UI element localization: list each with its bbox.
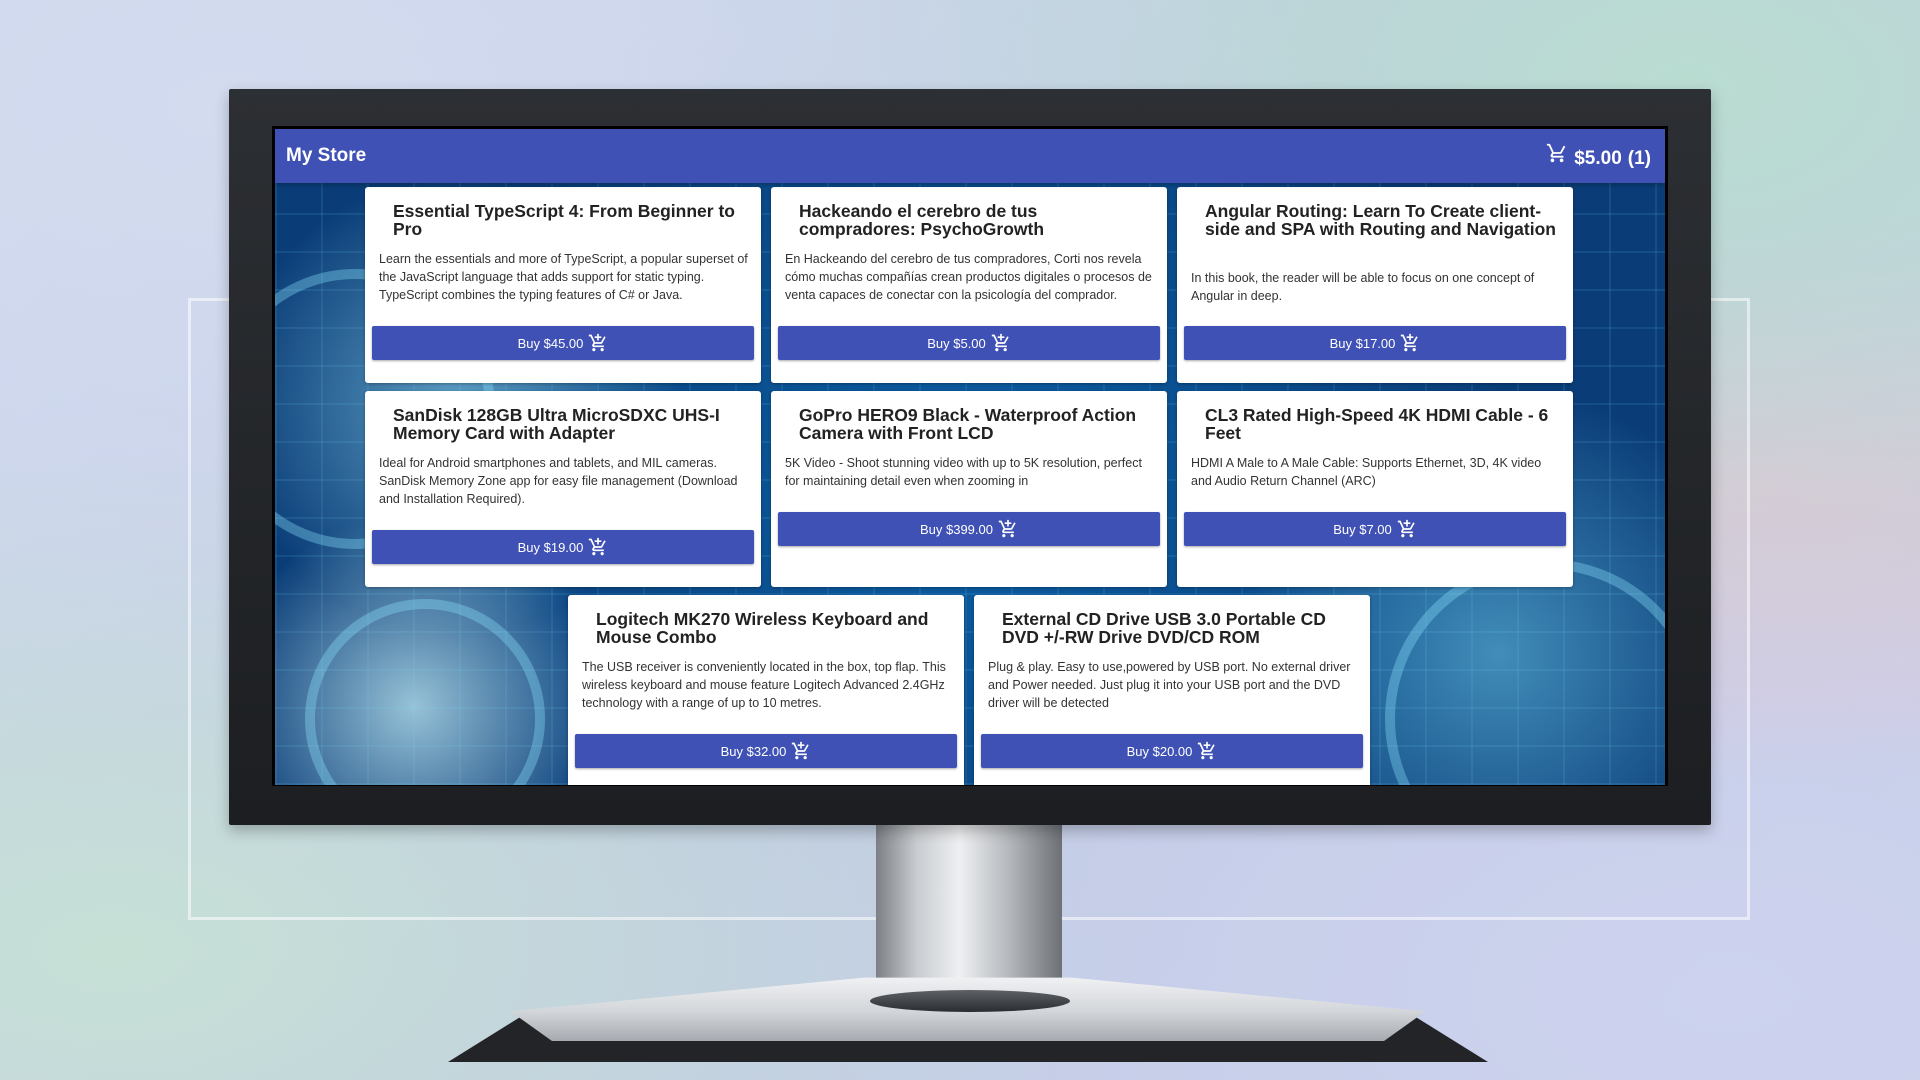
buy-button[interactable]: Buy $32.00 [575,734,957,768]
buy-button[interactable]: Buy $20.00 [981,734,1363,768]
product-card: Hackeando el cerebro de tus compradores:… [771,187,1167,383]
cart-button[interactable]: $5.00 (1) [1546,142,1651,170]
monitor-stand-collar [870,990,1070,1012]
buy-label: Buy $20.00 [1126,743,1193,759]
buy-button[interactable]: Buy $19.00 [372,530,754,564]
product-card: External CD Drive USB 3.0 Portable CD DV… [974,595,1370,785]
product-description: En Hackeando del cerebro de tus comprado… [785,252,1152,302]
buy-label: Buy $17.00 [1329,335,1396,351]
product-title: Essential TypeScript 4: From Beginner to… [393,201,735,239]
product-title: GoPro HERO9 Black - Waterproof Action Ca… [799,405,1137,443]
product-description: 5K Video - Shoot stunning video with up … [785,456,1142,488]
product-title: Angular Routing: Learn To Create client-… [1205,201,1556,239]
buy-button[interactable]: Buy $7.00 [1184,512,1566,546]
buy-label: Buy $19.00 [517,539,584,555]
buy-label: Buy $399.00 [919,521,993,537]
product-card: Logitech MK270 Wireless Keyboard and Mou… [568,595,964,785]
add-shopping-cart-icon [1397,519,1415,538]
product-title: External CD Drive USB 3.0 Portable CD DV… [1002,609,1326,647]
buy-label: Buy $5.00 [927,335,986,351]
add-shopping-cart-icon [792,741,810,760]
store-title[interactable]: My Store [286,145,366,167]
product-card: SanDisk 128GB Ultra MicroSDXC UHS-I Memo… [365,391,761,587]
buy-button[interactable]: Buy $399.00 [778,512,1160,546]
shopping-cart-icon [1547,143,1566,163]
add-shopping-cart-icon [998,519,1016,538]
monitor-screen: My Store $5.00 (1) Essential TypeScript … [272,126,1668,786]
product-description: In this book, the reader will be able to… [1191,271,1535,303]
buy-button[interactable]: Buy $17.00 [1184,326,1566,360]
product-card: Essential TypeScript 4: From Beginner to… [365,187,761,383]
add-shopping-cart-icon [991,333,1009,352]
top-toolbar: My Store $5.00 (1) [275,129,1665,183]
cart-count: (1) [1627,148,1651,169]
product-description: The USB receiver is conveniently located… [582,660,946,710]
product-card: GoPro HERO9 Black - Waterproof Action Ca… [771,391,1167,587]
add-shopping-cart-icon [1198,741,1216,760]
buy-label: Buy $45.00 [517,335,584,351]
product-description: Learn the essentials and more of TypeScr… [379,252,748,302]
product-description: HDMI A Male to A Male Cable: Supports Et… [1191,456,1542,488]
add-shopping-cart-icon [589,537,607,556]
monitor-stand-neck [876,822,1062,1002]
product-title: SanDisk 128GB Ultra MicroSDXC UHS-I Memo… [393,405,720,443]
product-title: Logitech MK270 Wireless Keyboard and Mou… [596,609,929,647]
buy-button[interactable]: Buy $5.00 [778,326,1160,360]
cart-total: $5.00 [1574,148,1622,169]
add-shopping-cart-icon [589,333,607,352]
monitor: My Store $5.00 (1) Essential TypeScript … [229,89,1711,825]
product-card: Angular Routing: Learn To Create client-… [1177,187,1573,383]
product-card: CL3 Rated High-Speed 4K HDMI Cable - 6 F… [1177,391,1573,587]
product-description: Ideal for Android smartphones and tablet… [379,456,738,506]
add-shopping-cart-icon [1401,333,1419,352]
buy-button[interactable]: Buy $45.00 [372,326,754,360]
buy-label: Buy $7.00 [1333,521,1392,537]
store-app: My Store $5.00 (1) Essential TypeScript … [275,129,1665,785]
product-description: Plug & play. Easy to use,powered by USB … [988,660,1351,710]
product-title: CL3 Rated High-Speed 4K HDMI Cable - 6 F… [1205,405,1549,443]
buy-label: Buy $32.00 [720,743,787,759]
product-title: Hackeando el cerebro de tus compradores:… [799,201,1045,239]
